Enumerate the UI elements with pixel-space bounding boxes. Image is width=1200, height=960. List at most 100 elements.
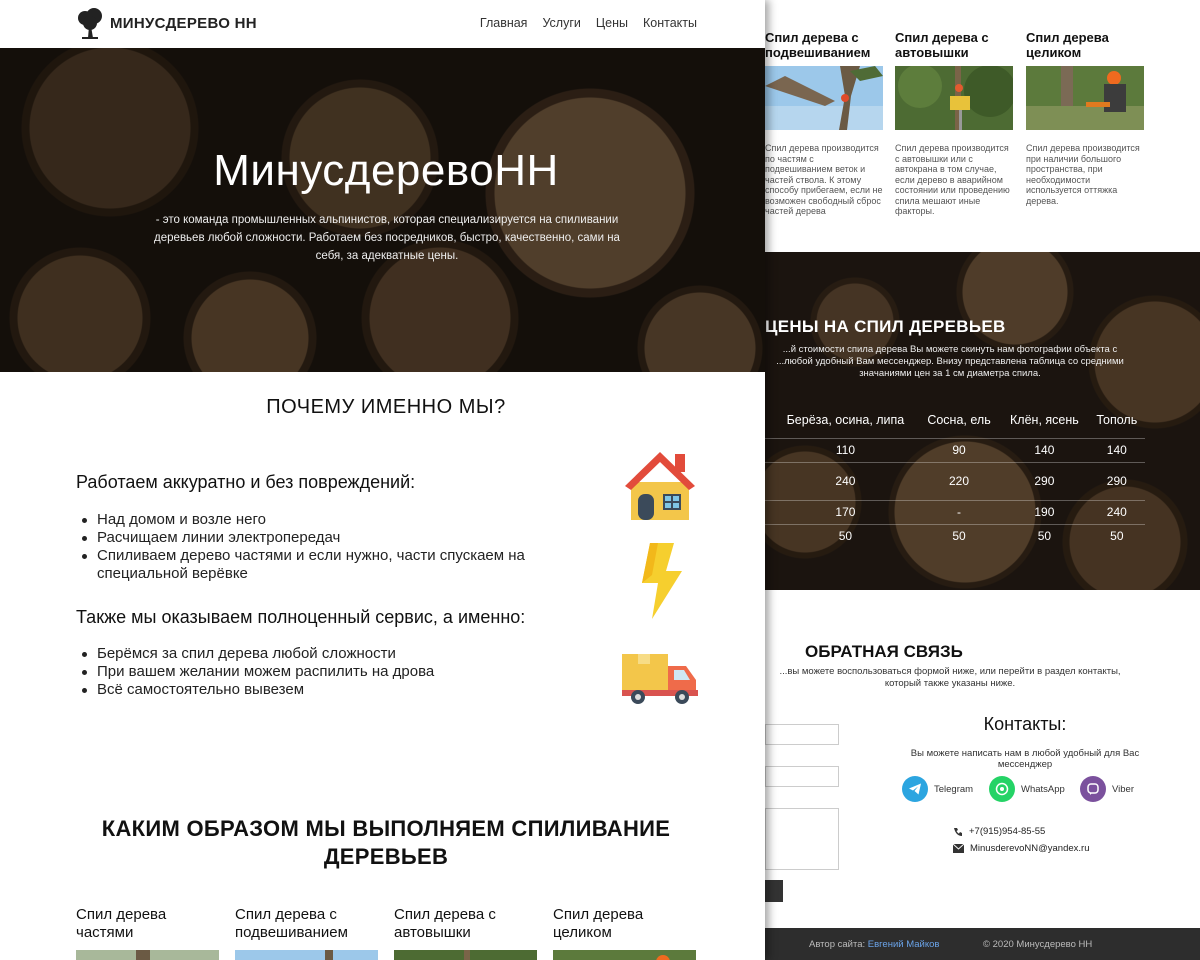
- hero-text: - это команда промышленных альпинистов, …: [154, 214, 620, 262]
- method-card-whole: Спил дерева целиком Спил дерева производ…: [1026, 30, 1144, 206]
- card-title: Спил дерева целиком: [553, 906, 644, 941]
- list-item: Берёмся за спил дерева любой сложности: [80, 645, 580, 663]
- list-item: Над домом и возле него: [80, 511, 580, 529]
- card-suspension: Спил дерева с подвешиванием: [235, 906, 378, 960]
- viber-label: Viber: [1112, 783, 1135, 795]
- feedback-description: ...вы можете воспользоваться формой ниже…: [779, 666, 1121, 689]
- method-card-text: Спил дерева производится с автовышки или…: [895, 143, 1010, 216]
- price-column-header: Клён, ясень: [1010, 413, 1079, 428]
- full-service-title: Также мы оказываем полноценный сервис, а…: [76, 607, 526, 627]
- card-title: Спил дерева частями: [76, 906, 167, 941]
- menu-item-services[interactable]: Услуги: [542, 16, 580, 30]
- email-address: MinusderevoNN@yandex.ru: [970, 843, 1090, 854]
- truck-icon: [622, 654, 698, 704]
- methods-section: Спил дерева с подвешиванием Спил дерева …: [765, 0, 1200, 252]
- card-parts: Спил дерева частями: [76, 906, 219, 960]
- main-page: МИНУСДЕРЕВО НН Главная Услуги Цены Конта…: [0, 0, 765, 960]
- card-title: Спил дерева с автовышки: [394, 906, 496, 941]
- methods-overview-title: КАКИМ ОБРАЗОМ МЫ ВЫПОЛНЯЕМ СПИЛИВАНИЕ ДЕ…: [101, 816, 671, 869]
- method-card-lift: Спил дерева с автовышки Спил дерева прои…: [895, 30, 1016, 217]
- card-photo: [235, 950, 378, 960]
- menu-item-home[interactable]: Главная: [480, 16, 528, 30]
- table-row: 50 50 50 50: [765, 523, 1145, 548]
- price-cell: -: [917, 499, 1001, 524]
- table-row: 110 90 140 140: [765, 437, 1145, 462]
- footer-author: Автор сайта: Евгений Майков: [809, 939, 939, 950]
- price-cell: 290: [1000, 461, 1089, 500]
- card-whole: Спил дерева целиком: [553, 906, 696, 960]
- list-item: Всё самостоятельно вывезем: [80, 681, 580, 699]
- card-lift: Спил дерева с автовышки: [394, 906, 537, 960]
- phone-number: +7(915)954-85-55: [969, 826, 1046, 837]
- table-row: 170 - 190 240: [765, 499, 1145, 524]
- price-cell: 50: [1088, 523, 1145, 548]
- prices-title: ЦЕНЫ НА СПИЛ ДЕРЕВЬЕВ: [765, 317, 1006, 336]
- tree-logo-icon[interactable]: [76, 8, 104, 40]
- price-cell: 140: [1000, 437, 1089, 462]
- contacts-title: Контакты:: [983, 714, 1067, 734]
- card-title: Спил дерева с подвешиванием: [235, 906, 348, 941]
- footer-copyright: © 2020 Минусдерево НН: [983, 939, 1093, 950]
- price-cell: 50: [917, 523, 1001, 548]
- contact-field[interactable]: [765, 766, 839, 787]
- price-cell: 240: [1088, 499, 1145, 524]
- telegram-label: Telegram: [934, 783, 974, 795]
- price-cell: 290: [1088, 461, 1145, 500]
- method-photo-lift: [895, 64, 1016, 130]
- prices-description: ...й стоимости спила дерева Вы можете ск…: [776, 344, 1124, 379]
- price-column-header: Сосна, ель: [927, 413, 991, 428]
- method-card-text: Спил дерева производится по частям с под…: [765, 143, 883, 216]
- full-service-list: Берёмся за спил дерева любой сложности П…: [80, 645, 580, 699]
- price-column-header: Берёза, осина, липа: [786, 413, 905, 428]
- brand-name[interactable]: МИНУСДЕРЕВО НН: [110, 15, 257, 32]
- name-field[interactable]: [765, 724, 839, 745]
- card-photo: [76, 950, 219, 960]
- hero-section: МинусдеревоНН - это команда промышленных…: [0, 48, 765, 372]
- secondary-page: Спил дерева с подвешиванием Спил дерева …: [765, 0, 1200, 960]
- feedback-section: ОБРАТНАЯ СВЯЗЬ ...вы можете воспользоват…: [765, 590, 1200, 928]
- price-cell: 220: [917, 461, 1001, 500]
- method-photo-whole: [1026, 66, 1144, 130]
- price-cell: 190: [1000, 499, 1089, 524]
- careful-work-title: Работаем аккуратно и без повреждений:: [76, 472, 416, 492]
- author-link[interactable]: Евгений Майков: [868, 939, 940, 950]
- list-item: При вашем желании можем распилить на дро…: [80, 663, 580, 681]
- screenshot-collage: Спил дерева с подвешиванием Спил дерева …: [0, 0, 1200, 960]
- message-field[interactable]: [765, 808, 839, 870]
- card-photo: [553, 950, 696, 960]
- mail-icon: [953, 844, 964, 853]
- method-card-title: Спил дерева с подвешиванием: [765, 30, 871, 60]
- feedback-title: ОБРАТНАЯ СВЯЗЬ: [805, 642, 963, 661]
- price-cell: 50: [773, 523, 918, 548]
- house-icon: [625, 452, 695, 520]
- prices-section: ЦЕНЫ НА СПИЛ ДЕРЕВЬЕВ ...й стоимости спи…: [765, 252, 1200, 590]
- author-label: Автор сайта:: [809, 939, 866, 950]
- main-menu: Главная Услуги Цены Контакты: [480, 16, 697, 30]
- list-item: Расчищаем линии электропередач: [80, 529, 580, 547]
- price-cell: 50: [1000, 523, 1089, 548]
- footer: Автор сайта: Евгений Майков © 2020 Минус…: [765, 928, 1200, 960]
- menu-item-prices[interactable]: Цены: [596, 16, 628, 30]
- method-card-title: Спил дерева целиком: [1026, 30, 1109, 60]
- price-cell: 170: [773, 499, 918, 524]
- careful-work-list: Над домом и возле него Расчищаем линии э…: [80, 511, 580, 583]
- whatsapp-label: WhatsApp: [1021, 783, 1065, 795]
- table-row: 240 220 290 290: [765, 461, 1145, 500]
- card-photo: [394, 950, 537, 960]
- telegram-icon: [902, 776, 928, 802]
- phone-icon: [954, 827, 962, 836]
- submit-button[interactable]: [765, 880, 783, 902]
- list-item: Спиливаем дерево частями и если нужно, ч…: [80, 547, 580, 583]
- viber-link[interactable]: Viber: [1080, 776, 1134, 802]
- contacts-description: Вы можете написать нам в любой удобный д…: [910, 748, 1140, 770]
- hero-title: МинусдеревоНН: [213, 146, 559, 195]
- price-table: Берёза, осина, липа Сосна, ель Клён, ясе…: [765, 404, 1145, 548]
- telegram-link[interactable]: Telegram: [902, 776, 973, 802]
- phone-line[interactable]: +7(915)954-85-55: [953, 826, 1045, 837]
- menu-item-contacts[interactable]: Контакты: [643, 16, 697, 30]
- email-line[interactable]: MinusderevoNN@yandex.ru: [953, 843, 1089, 854]
- why-us-title: ПОЧЕМУ ИМЕННО МЫ?: [266, 396, 506, 418]
- method-card-title: Спил дерева с автовышки: [895, 30, 989, 60]
- whatsapp-link[interactable]: WhatsApp: [989, 776, 1065, 802]
- whatsapp-icon: [989, 776, 1015, 802]
